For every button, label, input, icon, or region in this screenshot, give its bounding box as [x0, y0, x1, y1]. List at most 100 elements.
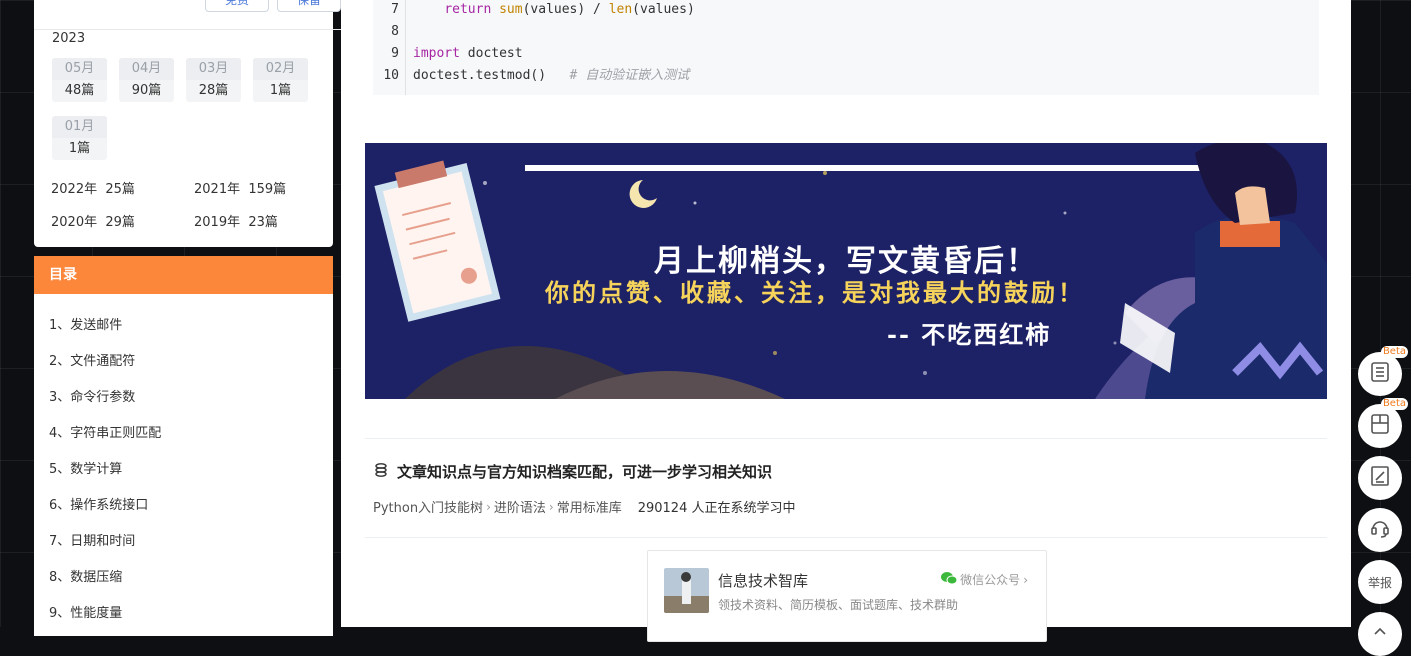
- toc-item-label: 7、日期和时间: [49, 534, 136, 549]
- archive-year-item[interactable]: 2021年 159篇: [194, 178, 324, 197]
- toc-item-label: 4、字符串正则匹配: [49, 426, 162, 441]
- toc-item[interactable]: 2、文件通配符: [49, 344, 333, 380]
- line-number: 9: [391, 46, 399, 61]
- table-of-contents: 目录 1、发送邮件 2、文件通配符 3、命令行参数 4、字符串正则匹配 5、数学…: [34, 256, 333, 636]
- layout-toggle-button[interactable]: Beta: [1358, 398, 1408, 448]
- toc-item[interactable]: 7、日期和时间: [49, 524, 333, 560]
- archive-month-item[interactable]: 04月 90篇: [119, 58, 174, 102]
- code-line: 8: [373, 21, 1319, 43]
- skill-path-item[interactable]: Python入门技能树: [373, 497, 483, 516]
- code-text: return sum(values) / len(values): [444, 2, 695, 17]
- year-count: 23篇: [248, 215, 278, 230]
- toc-item[interactable]: 1、发送邮件: [49, 308, 333, 344]
- archive-year-item[interactable]: 2019年 23篇: [194, 211, 324, 230]
- chevron-right-icon: ›: [548, 499, 554, 514]
- divider: [365, 438, 1327, 439]
- year-label: 2019年: [194, 215, 241, 230]
- back-to-top-button[interactable]: [1358, 612, 1402, 656]
- toc-list: 1、发送邮件 2、文件通配符 3、命令行参数 4、字符串正则匹配 5、数学计算 …: [34, 294, 333, 632]
- archive-years: 2022年 25篇 2021年 159篇 2020年 29篇 2019年 23篇: [51, 178, 331, 230]
- learners-count: 290124 人正在系统学习中: [637, 501, 796, 516]
- wechat-tag[interactable]: 微信公众号 ›: [941, 571, 1028, 588]
- archive-month-item[interactable]: 05月 48篇: [52, 58, 107, 102]
- month-label: 04月: [119, 58, 174, 80]
- archive-year-item[interactable]: 2020年 29篇: [51, 211, 194, 230]
- archive-month-item[interactable]: 01月 1篇: [52, 116, 107, 160]
- year-label: 2020年: [51, 215, 98, 230]
- code-line: 7 return sum(values) / len(values): [373, 0, 1319, 21]
- report-button[interactable]: 举报: [1358, 560, 1402, 604]
- free-button[interactable]: 免费: [205, 0, 269, 12]
- month-label: 02月: [253, 58, 308, 80]
- skill-tree-title[interactable]: 文章知识点与官方知识档案匹配，可进一步学习相关知识: [373, 461, 772, 482]
- archive-year[interactable]: 2023: [52, 31, 85, 46]
- month-count: 1篇: [68, 141, 91, 156]
- toc-item[interactable]: 6、操作系统接口: [49, 488, 333, 524]
- divider: [365, 537, 1327, 538]
- toc-toggle-button[interactable]: Beta: [1358, 346, 1408, 396]
- year-label: 2022年: [51, 182, 98, 197]
- toc-item[interactable]: 8、数据压缩: [49, 560, 333, 596]
- month-count: 90篇: [131, 83, 162, 98]
- account-description: 领技术资料、简历模板、面试题库、技术群助: [718, 598, 959, 612]
- code-line: 10 doctest.testmod() # 自动验证嵌入测试: [373, 65, 1319, 87]
- wechat-account-card[interactable]: 信息技术智库 领技术资料、简历模板、面试题库、技术群助 微信公众号 ›: [647, 550, 1047, 642]
- avatar: [664, 568, 709, 613]
- wechat-tag-label: 微信公众号: [960, 573, 1021, 587]
- archive-month-item[interactable]: 02月 1篇: [253, 58, 308, 102]
- write-button[interactable]: [1358, 456, 1402, 500]
- toc-item-label: 2、文件通配符: [49, 354, 136, 369]
- toc-item-label: 3、命令行参数: [49, 390, 136, 405]
- toc-item-label: 8、数据压缩: [49, 570, 123, 585]
- month-count: 1篇: [269, 83, 292, 98]
- article-main: 7 return sum(values) / len(values) 8 9 i…: [341, 0, 1351, 642]
- year-count: 29篇: [105, 215, 135, 230]
- archive-month-item[interactable]: 03月 28篇: [186, 58, 241, 102]
- code-line: 9 import doctest: [373, 43, 1319, 65]
- year-label: 2021年: [194, 182, 241, 197]
- banner-line-2: 你的点赞、收藏、关注，是对我最大的鼓励！: [545, 278, 1085, 307]
- skill-path-item[interactable]: 进阶语法: [494, 497, 546, 516]
- year-count: 159篇: [248, 182, 287, 197]
- divider: [34, 29, 358, 30]
- author-banner-image: 月上柳梢头，写文黄昏后！ 你的点赞、收藏、关注，是对我最大的鼓励！ -- 不吃西…: [365, 143, 1327, 399]
- archive-months: 05月 48篇 04月 90篇 03月 28篇 02月 1篇 01月 1篇: [52, 58, 322, 160]
- arrow-up-icon: [1371, 623, 1389, 645]
- beta-badge: Beta: [1380, 398, 1408, 410]
- customer-service-button[interactable]: [1358, 508, 1402, 552]
- chevron-right-icon: ›: [486, 499, 491, 514]
- toc-item[interactable]: 4、字符串正则匹配: [49, 416, 333, 452]
- month-label: 01月: [52, 116, 107, 138]
- month-label: 03月: [186, 58, 241, 80]
- line-number: 10: [383, 68, 399, 83]
- toc-item-label: 1、发送邮件: [49, 318, 123, 333]
- archive-card: 免费 保留 2023 05月 48篇 04月 90篇 03月 28篇 02月 1篇 01…: [34, 0, 358, 247]
- list-icon: [1369, 361, 1391, 387]
- code-block: 7 return sum(values) / len(values) 8 9 i…: [373, 0, 1319, 95]
- line-number: 8: [391, 24, 399, 39]
- toc-item[interactable]: 3、命令行参数: [49, 380, 333, 416]
- toc-item-label: 5、数学计算: [49, 462, 123, 477]
- month-count: 28篇: [198, 83, 229, 98]
- toc-item-label: 9、性能度量: [49, 606, 123, 621]
- archive-year-item[interactable]: 2022年 25篇: [51, 178, 194, 197]
- toc-title: 目录: [34, 256, 333, 294]
- knowledge-icon: [373, 462, 389, 482]
- headset-icon: [1369, 517, 1391, 543]
- account-name: 信息技术智库: [718, 572, 809, 590]
- skill-breadcrumb: Python入门技能树 › 进阶语法 › 常用标准库 290124 人正在系统学…: [373, 497, 796, 517]
- skill-path-item[interactable]: 常用标准库: [557, 497, 622, 516]
- month-count: 48篇: [64, 83, 95, 98]
- keep-button[interactable]: 保留: [277, 0, 341, 12]
- year-count: 25篇: [105, 182, 135, 197]
- skill-title-text: 文章知识点与官方知识档案匹配，可进一步学习相关知识: [397, 463, 773, 481]
- layout-icon: [1369, 413, 1391, 439]
- toc-item[interactable]: 5、数学计算: [49, 452, 333, 488]
- month-label: 05月: [52, 58, 107, 80]
- archive-top-buttons: 免费 保留: [205, 0, 341, 12]
- banner-line-3: -- 不吃西红柿: [887, 320, 1052, 349]
- beta-badge: Beta: [1380, 346, 1408, 358]
- report-label: 举报: [1367, 575, 1392, 590]
- code-text: doctest.testmod() # 自动验证嵌入测试: [413, 68, 690, 83]
- wechat-icon: [941, 571, 958, 588]
